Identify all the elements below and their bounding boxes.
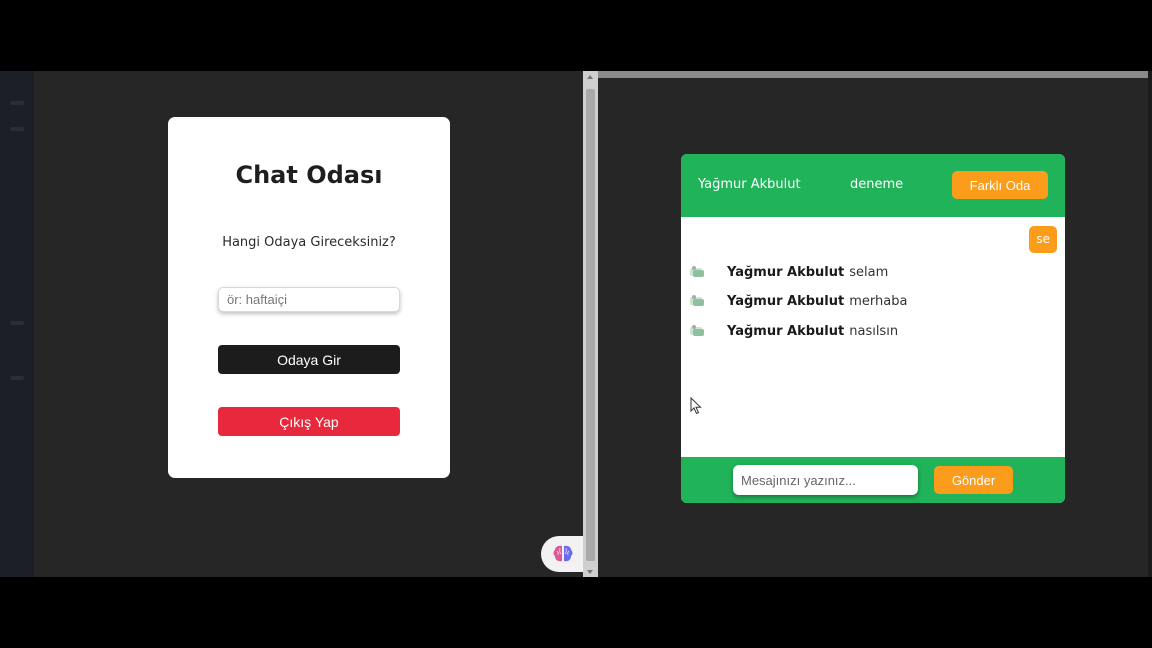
window-scrollbar[interactable] <box>583 71 598 577</box>
scroll-down-arrow-icon[interactable] <box>587 570 593 574</box>
brain-icon <box>553 545 573 562</box>
message-text: selam <box>849 264 889 280</box>
message-text: merhaba <box>849 293 908 309</box>
change-room-button[interactable]: Farklı Oda <box>952 171 1048 199</box>
chat-message: Yağmur Akbulut merhaba <box>689 291 907 311</box>
message-text: nasılsın <box>849 323 899 339</box>
message-sender: Yağmur Akbulut <box>727 264 845 280</box>
scrollbar-thumb[interactable] <box>586 89 595 561</box>
message-sender: Yağmur Akbulut <box>727 293 845 309</box>
sidebar-ghost-item <box>10 376 24 380</box>
chat-avatar-icon <box>690 325 704 336</box>
enter-room-button[interactable]: Odaya Gir <box>218 345 400 374</box>
message-input[interactable] <box>733 465 918 495</box>
room-question-label: Hangi Odaya Gireceksiniz? <box>222 235 396 250</box>
screen: Chat Odası Hangi Odaya Gireceksiniz? Oda… <box>0 0 1152 648</box>
viewport: Chat Odası Hangi Odaya Gireceksiniz? Oda… <box>0 71 1152 577</box>
chat-avatar-icon <box>690 295 704 306</box>
send-button[interactable]: Gönder <box>934 466 1013 494</box>
sidebar-ghost-item <box>10 321 24 325</box>
chat-footer: Gönder <box>681 457 1065 503</box>
message-sender: Yağmur Akbulut <box>727 323 845 339</box>
logout-button[interactable]: Çıkış Yap <box>218 407 400 436</box>
scroll-up-arrow-icon[interactable] <box>587 75 593 79</box>
left-browser-window: Chat Odası Hangi Odaya Gireceksiniz? Oda… <box>0 71 585 577</box>
chat-avatar-icon <box>690 266 704 277</box>
sidebar-ghost-item <box>10 127 24 131</box>
chat-header: Yağmur Akbulut deneme Farklı Oda <box>681 154 1065 217</box>
chat-card: Yağmur Akbulut deneme Farklı Oda se Yağm… <box>681 154 1065 503</box>
left-sidebar-strip <box>0 71 34 577</box>
login-title: Chat Odası <box>235 161 383 189</box>
chat-room-name: deneme <box>850 177 904 192</box>
chat-messages[interactable]: se Yağmur Akbulut selam Yağmur Akbulut m… <box>681 217 1065 457</box>
sidebar-ghost-item <box>10 101 24 105</box>
chat-username: Yağmur Akbulut <box>698 177 801 192</box>
mouse-pointer-icon <box>690 397 702 415</box>
login-card: Chat Odası Hangi Odaya Gireceksiniz? Oda… <box>168 117 450 478</box>
right-window-edge <box>1148 71 1152 577</box>
right-window-topbar <box>598 71 1148 78</box>
own-message-bubble: se <box>1029 226 1057 253</box>
brain-extension-button[interactable] <box>541 536 585 572</box>
chat-message: Yağmur Akbulut selam <box>689 262 888 282</box>
right-browser-window: Yağmur Akbulut deneme Farklı Oda se Yağm… <box>598 71 1152 577</box>
room-name-input[interactable] <box>218 287 400 312</box>
chat-message: Yağmur Akbulut nasılsın <box>689 321 898 341</box>
